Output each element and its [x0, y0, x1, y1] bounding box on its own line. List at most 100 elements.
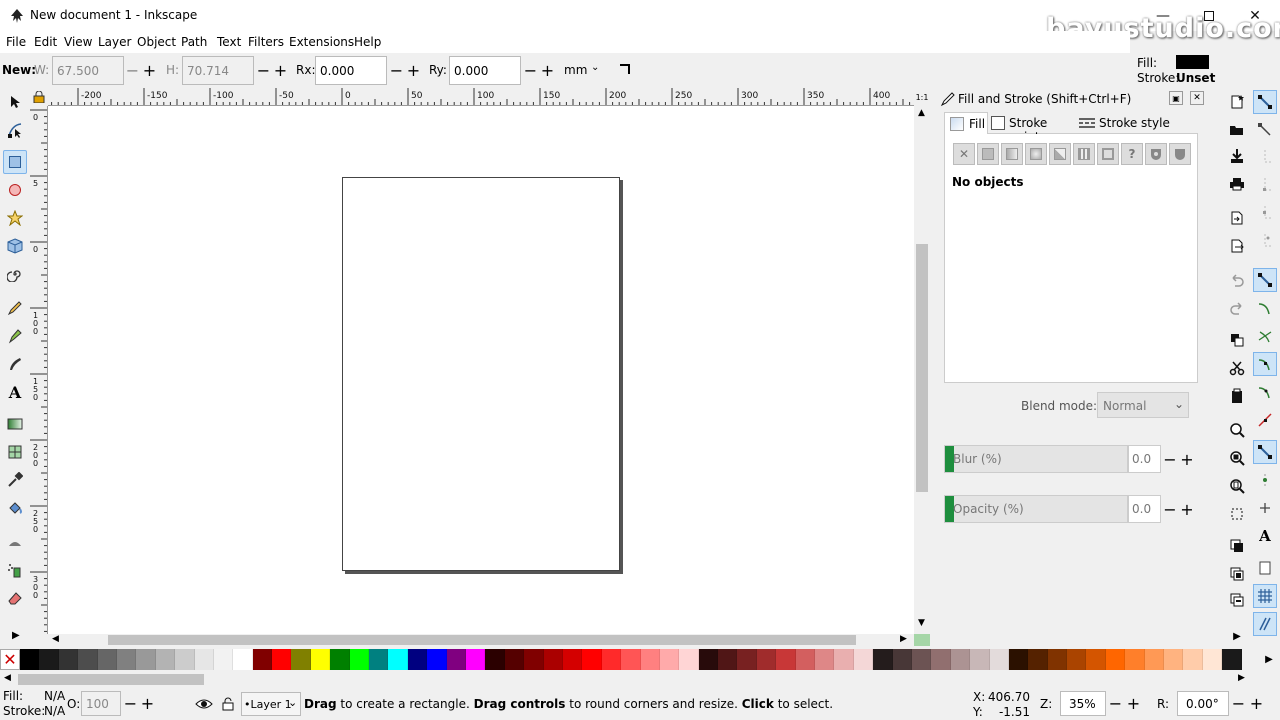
zoom-selection-button[interactable] — [1225, 418, 1249, 442]
width-input[interactable]: 67.500 — [52, 56, 124, 85]
dialog-iconify-button[interactable]: ▣ — [1169, 91, 1183, 105]
snap-bbox-edge-toggle[interactable] — [1253, 144, 1277, 168]
dialog-close-button[interactable]: ✕ — [1190, 91, 1204, 105]
height-decrement-button[interactable]: − — [255, 56, 272, 85]
palette-swatch[interactable] — [1222, 649, 1242, 670]
ry-decrement-button[interactable]: − — [522, 56, 539, 85]
palette-swatch[interactable] — [911, 649, 932, 670]
blur-increment-button[interactable]: + — [1178, 445, 1196, 473]
palette-swatch[interactable] — [388, 649, 408, 670]
palette-swatch[interactable] — [640, 649, 660, 670]
unit-select[interactable]: mm — [564, 63, 587, 77]
palette-swatch[interactable] — [1008, 649, 1029, 670]
pen-tool[interactable] — [3, 324, 27, 348]
layer-visibility-toggle[interactable] — [193, 693, 215, 715]
selector-tool[interactable] — [3, 90, 27, 114]
snap-others-toggle[interactable] — [1253, 440, 1277, 464]
palette-menu-button[interactable]: ▶ — [1258, 649, 1280, 670]
palette-swatch[interactable] — [698, 649, 719, 670]
menu-view[interactable]: View — [64, 35, 92, 49]
swatch-button[interactable] — [1097, 143, 1119, 165]
dropper-tool[interactable] — [3, 468, 27, 492]
palette-swatch[interactable] — [873, 649, 893, 670]
blur-decrement-button[interactable]: − — [1161, 445, 1179, 473]
palette-swatch[interactable] — [291, 649, 311, 670]
fill-rule-nonzero-button[interactable] — [1169, 143, 1191, 165]
palette-swatch[interactable] — [39, 649, 59, 670]
palette-swatch[interactable] — [310, 649, 331, 670]
rotate-input[interactable]: 0.00° — [1177, 691, 1229, 716]
rotate-increment[interactable]: + — [1248, 691, 1265, 716]
opacity-increment-button[interactable]: + — [1178, 495, 1196, 523]
palette-swatch[interactable] — [815, 649, 835, 670]
zoom-page-width-button[interactable] — [1225, 502, 1249, 526]
zoom-input[interactable]: 35% — [1060, 691, 1106, 716]
fill-rule-evenodd-button[interactable] — [1145, 143, 1167, 165]
snap-rotation-center-toggle[interactable] — [1253, 496, 1277, 520]
menu-path[interactable]: Path — [181, 35, 207, 49]
current-layer-select[interactable]: •Layer 1 ⌄ — [241, 692, 301, 716]
scroll-up-icon[interactable]: ▲ — [918, 108, 925, 118]
blend-mode-select[interactable]: Normal ⌄ — [1097, 392, 1189, 418]
palette-swatch[interactable] — [369, 649, 389, 670]
print-button[interactable] — [1225, 172, 1249, 196]
rotate-decrement[interactable]: − — [1230, 691, 1247, 716]
palette-swatch[interactable] — [737, 649, 757, 670]
drawing-canvas[interactable] — [48, 106, 914, 634]
palette-swatch[interactable] — [659, 649, 680, 670]
snap-guides-toggle[interactable] — [1253, 612, 1277, 636]
snap-line-midpoints-toggle[interactable] — [1253, 408, 1277, 432]
rx-increment-button[interactable]: + — [405, 56, 422, 85]
commands-overflow-arrow[interactable]: ▶ — [1225, 624, 1249, 648]
redo-button[interactable] — [1225, 296, 1249, 320]
paste-button[interactable] — [1225, 384, 1249, 408]
menu-text[interactable]: Text — [217, 35, 241, 49]
scroll-right-icon[interactable]: ▶ — [900, 634, 907, 644]
status-opacity-increment[interactable]: + — [139, 691, 156, 716]
palette-swatch[interactable] — [834, 649, 854, 670]
pencil-tool[interactable] — [3, 296, 27, 320]
palette-swatch[interactable] — [349, 649, 370, 670]
palette-swatch[interactable] — [718, 649, 738, 670]
duplicate-button[interactable] — [1225, 534, 1249, 558]
menu-help[interactable]: Help — [354, 35, 381, 49]
snap-grid-toggle[interactable] — [1253, 584, 1277, 608]
toolbox-overflow-arrow[interactable]: ▶ — [12, 630, 20, 641]
menu-layer[interactable]: Layer — [98, 35, 131, 49]
pattern-button[interactable] — [1073, 143, 1095, 165]
palette-swatch[interactable] — [524, 649, 544, 670]
width-increment-button[interactable]: + — [141, 56, 158, 85]
snap-enable-toggle[interactable] — [1253, 90, 1277, 114]
snap-smooth-nodes-toggle[interactable] — [1253, 380, 1277, 404]
palette-swatch[interactable] — [272, 649, 292, 670]
horizontal-scrollbar[interactable]: ◀ ▶ — [48, 634, 914, 646]
palette-swatch[interactable] — [562, 649, 583, 670]
snap-paths-toggle[interactable] — [1253, 296, 1277, 320]
zoom-page-button[interactable] — [1225, 474, 1249, 498]
palette-swatch[interactable] — [853, 649, 874, 670]
palette-swatch[interactable] — [330, 649, 350, 670]
palette-swatch[interactable] — [582, 649, 602, 670]
3d-box-tool[interactable] — [3, 234, 27, 258]
snap-nodes-toggle[interactable] — [1253, 268, 1277, 292]
palette-swatch[interactable] — [427, 649, 447, 670]
scroll-down-icon[interactable]: ▼ — [918, 618, 925, 628]
palette-swatch[interactable] — [97, 649, 117, 670]
save-document-button[interactable] — [1225, 144, 1249, 168]
snap-bbox-midpoint-toggle[interactable] — [1253, 200, 1277, 224]
horizontal-scroll-thumb[interactable] — [108, 635, 856, 645]
zoom-drawing-button[interactable] — [1225, 446, 1249, 470]
vertical-scroll-thumb[interactable] — [916, 244, 928, 492]
status-opacity-input[interactable]: 100 — [81, 691, 121, 716]
menu-file[interactable]: File — [6, 35, 26, 49]
linear-gradient-button[interactable] — [1001, 143, 1023, 165]
scroll-left-icon[interactable]: ◀ — [4, 673, 11, 683]
palette-swatch[interactable] — [970, 649, 990, 670]
palette-swatch[interactable] — [989, 649, 1009, 670]
blur-slider[interactable]: Blur (%) — [944, 445, 1128, 473]
palette-swatch[interactable] — [1125, 649, 1145, 670]
palette-swatch[interactable] — [1164, 649, 1184, 670]
spray-tool[interactable] — [3, 558, 27, 582]
export-button[interactable] — [1225, 234, 1249, 258]
unset-paint-button[interactable]: ? — [1121, 143, 1143, 165]
